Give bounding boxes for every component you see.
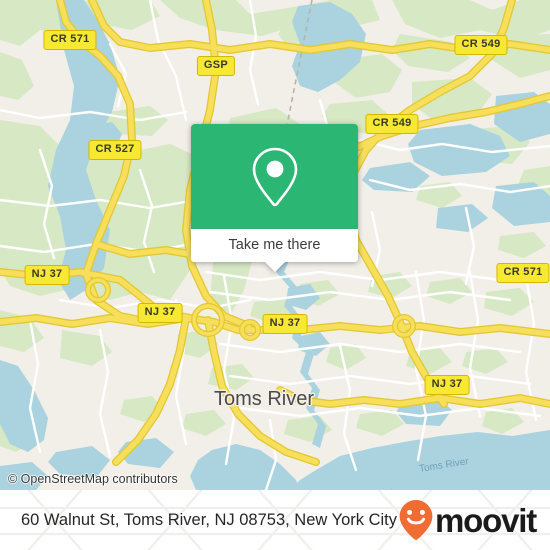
road-shield-cr-549-e[interactable]: CR 549 — [365, 114, 419, 134]
road-shield-cr-549-ne[interactable]: CR 549 — [454, 35, 508, 55]
popup-marker-area — [191, 124, 358, 229]
address-label: 60 Walnut St, Toms River, NJ 08753, New … — [21, 510, 397, 529]
take-me-there-label: Take me there — [228, 237, 321, 254]
bottom-info-bar: 60 Walnut St, Toms River, NJ 08753, New … — [0, 490, 550, 550]
destination-popup-card[interactable]: Take me there — [191, 124, 358, 272]
road-shield-cr-571-nw[interactable]: CR 571 — [43, 30, 97, 50]
osm-attribution[interactable]: © OpenStreetMap contributors — [8, 472, 178, 486]
road-shield-gsp[interactable]: GSP — [196, 56, 236, 76]
place-label-toms-river: Toms River — [213, 388, 315, 410]
road-shield-nj-37-se[interactable]: NJ 37 — [424, 375, 470, 395]
moovit-brand[interactable]: moovit — [398, 499, 537, 541]
moovit-pin-smiley-icon — [399, 500, 433, 540]
map-canvas[interactable]: CR 571 GSP CR 549 CR 549 CR 527 NJ 37 CR… — [0, 0, 550, 490]
map-pin-icon — [252, 147, 297, 206]
map-screenshot: CR 571 GSP CR 549 CR 549 CR 527 NJ 37 CR… — [0, 0, 550, 550]
road-shield-cr-527[interactable]: CR 527 — [88, 140, 142, 160]
road-shield-cr-571-e[interactable]: CR 571 — [496, 263, 550, 283]
road-shield-nj-37-sw[interactable]: NJ 37 — [137, 303, 183, 323]
moovit-wordmark: moovit — [435, 501, 537, 539]
popup-tail-pointer — [263, 261, 286, 272]
road-shield-nj-37-w[interactable]: NJ 37 — [24, 265, 70, 285]
popup-action-bar[interactable]: Take me there — [191, 229, 358, 272]
road-shield-nj-37-c[interactable]: NJ 37 — [262, 314, 308, 334]
